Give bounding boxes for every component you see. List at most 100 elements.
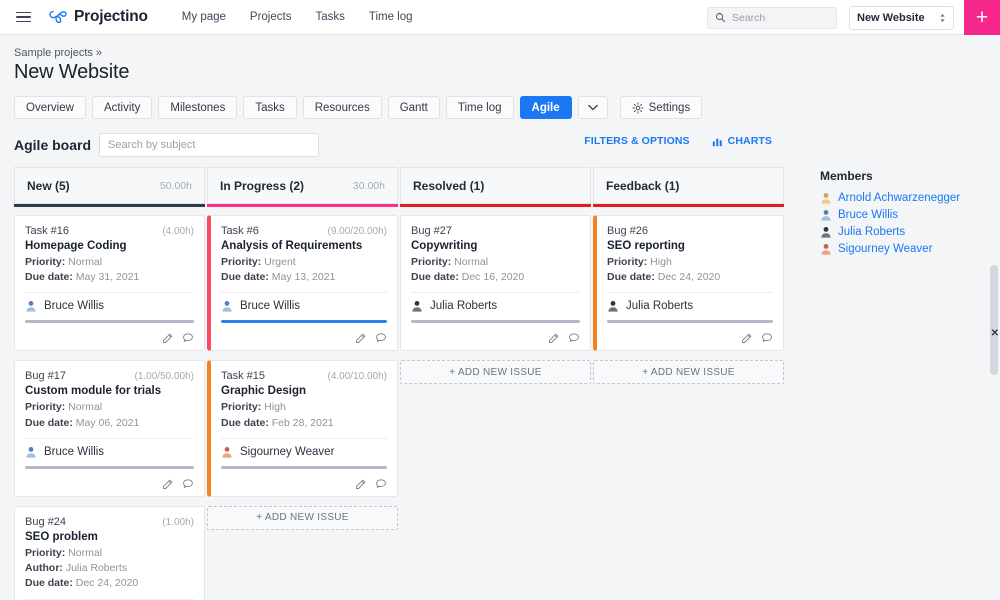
member-name[interactable]: Sigourney Weaver [838,243,932,255]
issue-id[interactable]: Task #15 [221,370,265,382]
issue-id[interactable]: Bug #24 [25,516,66,528]
project-tab-bar: Overview Activity Milestones Tasks Resou… [0,84,1000,119]
breadcrumb[interactable]: Sample projects » [14,47,986,59]
issue-card-header: Task #16 (4.00h) [25,225,194,237]
issue-meta: Priority: Normal Due date: May 31, 2021 [25,255,194,285]
member-list-item[interactable]: Julia Roberts [820,226,1000,238]
member-list-item[interactable]: Sigourney Weaver [820,243,1000,255]
global-search-input[interactable]: Search [707,6,837,29]
tab-settings[interactable]: Settings [619,96,703,119]
avatar-julia-icon [608,301,618,313]
issue-card[interactable]: Task #16 (4.00h) Homepage Coding Priority: … [14,215,205,352]
tab-activity[interactable]: Activity [91,96,153,119]
issue-card-actions [221,478,387,490]
tab-milestones[interactable]: Milestones [158,96,238,119]
member-list-item[interactable]: Bruce Willis [820,209,1000,221]
add-new-issue-button[interactable]: + ADD NEW ISSUE [593,360,784,385]
brand-logo-link[interactable]: Projectino [48,7,148,27]
edit-icon[interactable] [162,478,174,490]
avatar-bruce-icon [26,301,36,313]
board-column: Resolved (1) Bug #27 Copywriting Priority: … [400,167,591,600]
tab-resources[interactable]: Resources [302,96,382,119]
page-scrollbar-thumb[interactable] [990,265,998,375]
issue-subject[interactable]: Analysis of Requirements [221,240,387,252]
issue-card-header: Bug #26 [607,225,773,237]
subject-search-input[interactable]: Search by subject [99,133,320,157]
comment-icon[interactable] [375,332,387,344]
avatar-julia-icon [821,227,831,238]
issue-priority: Priority: High [607,256,672,268]
issue-card[interactable]: Task #6 (9.00/20.00h) Analysis of Requirem… [207,215,398,352]
issue-id[interactable]: Bug #17 [25,370,66,382]
edit-icon[interactable] [162,332,174,344]
issue-card[interactable]: Bug #27 Copywriting Priority: Normal Due da… [400,215,591,352]
nav-item-my-page[interactable]: My page [170,5,238,29]
issue-subject[interactable]: Copywriting [411,240,580,252]
issue-assignee-name: Julia Roberts [430,300,498,313]
edit-icon[interactable] [741,332,753,344]
page-scrollbar-track[interactable]: ✕ [988,35,1000,600]
edit-icon[interactable] [355,478,367,490]
edit-icon[interactable] [548,332,560,344]
issue-card-actions [221,332,387,344]
issue-card[interactable]: Bug #26 SEO reporting Priority: High Due da… [593,215,784,352]
issue-assignee-name: Julia Roberts [626,300,694,313]
comment-icon[interactable] [182,478,194,490]
charts-link[interactable]: CHARTS [712,135,772,147]
issue-author: Author: Julia Roberts [25,562,128,575]
tab-gantt[interactable]: Gantt [387,96,440,119]
comment-icon[interactable] [375,478,387,490]
projectino-logo-icon [49,10,67,24]
tab-more-dropdown[interactable] [577,96,608,119]
nav-item-projects[interactable]: Projects [238,5,304,29]
issue-subject[interactable]: Graphic Design [221,385,387,397]
issue-card-actions [607,332,773,344]
issue-id[interactable]: Task #16 [25,225,69,237]
issue-card[interactable]: Bug #24 (1.00h) SEO problem Priority: Norma… [14,505,205,600]
add-new-button[interactable]: + [964,0,1000,35]
issue-meta: Priority: High Due date: Feb 28, 2021 [221,400,387,430]
chart-icon [712,138,722,146]
comment-icon[interactable] [568,332,580,344]
issue-assignee: Sigourney Weaver [221,437,387,458]
column-header: Resolved (1) [400,167,591,204]
member-name[interactable]: Arnold Achwarzenegger [838,192,960,204]
global-search-placeholder: Search [732,11,766,24]
avatar-arnold-icon [821,193,831,204]
tab-agile[interactable]: Agile [519,96,572,119]
issue-subject[interactable]: SEO problem [25,531,194,543]
issue-card-header: Bug #27 [411,225,580,237]
member-name[interactable]: Bruce Willis [838,209,898,221]
member-list-item[interactable]: Arnold Achwarzenegger [820,192,1000,204]
edit-icon[interactable] [355,332,367,344]
avatar-bruce-icon [26,446,36,458]
tab-tasks[interactable]: Tasks [243,96,297,119]
issue-priority: Priority: Normal [25,401,103,414]
issue-subject[interactable]: Custom module for trials [25,385,194,397]
comment-icon[interactable] [182,332,194,344]
issue-card[interactable]: Bug #17 (1.00/50.00h) Custom module for tr… [14,360,205,497]
members-list: Arnold Achwarzenegger Bruce Willis Julia R… [820,192,1000,255]
page-header: Sample projects » New Website [0,35,1000,84]
add-new-issue-button[interactable]: + ADD NEW ISSUE [400,360,591,385]
tab-time-log[interactable]: Time log [445,96,514,119]
issue-id[interactable]: Bug #26 [607,225,648,237]
nav-item-time-log[interactable]: Time log [357,5,425,29]
issue-subject[interactable]: Homepage Coding [25,240,194,252]
issue-id[interactable]: Task #6 [221,225,259,237]
nav-item-tasks[interactable]: Tasks [303,5,356,29]
member-name[interactable]: Julia Roberts [838,226,905,238]
issue-id[interactable]: Bug #27 [411,225,452,237]
issue-card[interactable]: Task #15 (4.00/10.00h) Graphic Design Prior… [207,360,398,497]
avatar-bruce-icon [222,301,232,313]
hamburger-menu-icon[interactable] [6,0,40,35]
project-selector[interactable]: New Website [849,5,954,30]
comment-icon[interactable] [761,332,773,344]
issue-progress-bar [411,320,580,324]
add-new-issue-button[interactable]: + ADD NEW ISSUE [207,505,398,530]
issue-meta: Priority: High Due date: Dec 24, 2020 [607,255,773,285]
tab-overview[interactable]: Overview [14,96,86,119]
filters-and-options-link[interactable]: FILTERS & OPTIONS [584,135,689,147]
issue-subject[interactable]: SEO reporting [607,240,773,252]
close-icon[interactable]: ✕ [991,328,999,339]
